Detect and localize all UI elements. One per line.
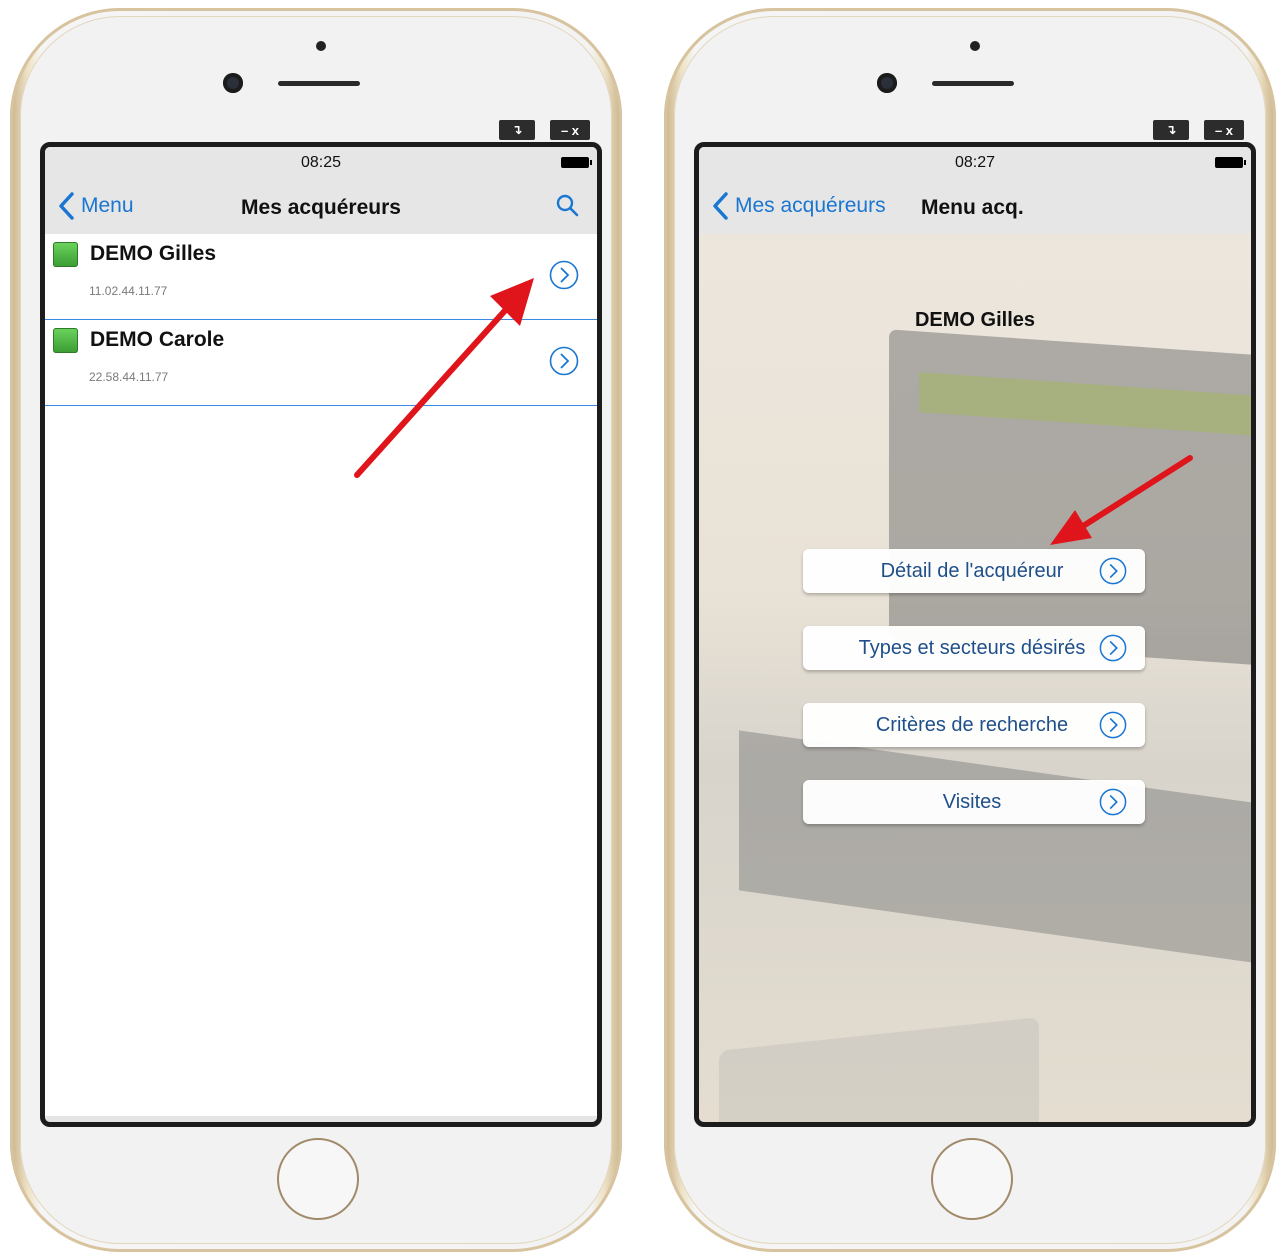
list-item[interactable]: DEMO Carole 22.58.44.11.77: [45, 320, 597, 406]
front-camera: [877, 73, 897, 93]
navigation-bar: Mes acquéreurs Menu acq.: [699, 179, 1251, 234]
back-button-label: Mes acquéreurs: [735, 194, 886, 217]
chevron-right-circle-icon: [1099, 557, 1127, 585]
status-bar: 08:25: [45, 147, 597, 179]
chevron-right-circle-icon: [1099, 634, 1127, 662]
menu-button-label: Détail de l'acquéreur: [880, 559, 1064, 582]
status-time: 08:25: [300, 154, 342, 171]
battery-icon: [1215, 157, 1246, 168]
battery-icon: [561, 157, 592, 168]
back-button-buyers[interactable]: Mes acquéreurs: [711, 191, 886, 221]
status-time: 08:27: [954, 154, 996, 171]
menu-button-label: Visites: [942, 790, 1002, 813]
app-screen-right: 08:27 Mes acquéreurs Menu acq. DEMO Gill…: [694, 142, 1256, 1127]
page-title: Menu acq.: [921, 196, 1024, 219]
menu-button-detail[interactable]: Détail de l'acquéreur: [803, 549, 1145, 593]
home-button[interactable]: [277, 1138, 359, 1220]
app-screen-left: 08:25 Menu Mes acquéreurs DEMO Gilles 11…: [40, 142, 602, 1127]
window-minimize-close-button[interactable]: – x: [1204, 120, 1244, 140]
chevron-right-circle-icon: [1099, 711, 1127, 739]
phone-frame-left: ↴ – x 08:25 Menu Mes acquéreurs DEMO Gil…: [10, 8, 622, 1252]
buyer-phone: 11.02.44.11.77: [89, 284, 168, 298]
background-image: [699, 234, 1251, 1122]
status-bar: 08:27: [699, 147, 1251, 179]
chevron-right-circle-icon: [1099, 788, 1127, 816]
keyboard-shape: [739, 730, 1251, 978]
navigation-bar: Menu Mes acquéreurs: [45, 179, 597, 234]
chevron-right-circle-icon[interactable]: [549, 260, 579, 290]
list-item[interactable]: DEMO Gilles 11.02.44.11.77: [45, 234, 597, 320]
search-icon[interactable]: [555, 193, 579, 217]
menu-button-label: Types et secteurs désirés: [858, 636, 1086, 659]
menu-button-label: Critères de recherche: [875, 713, 1069, 736]
buyer-title: DEMO Gilles: [914, 309, 1036, 331]
front-camera: [223, 73, 243, 93]
buyer-name: DEMO Gilles: [90, 242, 217, 265]
buyer-phone: 22.58.44.11.77: [89, 370, 169, 384]
chevron-left-icon: [713, 192, 728, 220]
menu-button-types[interactable]: Types et secteurs désirés: [803, 626, 1145, 670]
chevron-right-circle-icon[interactable]: [549, 346, 579, 376]
phone-frame-right: ↴ – x 08:27 Mes acquéreurs Menu acq. DEM…: [664, 8, 1276, 1252]
menu-button-visits[interactable]: Visites: [803, 780, 1145, 824]
status-indicator-icon: [53, 328, 78, 353]
proximity-sensor: [970, 41, 980, 51]
window-minimize-close-button[interactable]: – x: [550, 120, 590, 140]
status-indicator-icon: [53, 242, 78, 267]
page-title: Mes acquéreurs: [241, 196, 401, 219]
earpiece-speaker: [932, 81, 1014, 86]
menu-button-criteria[interactable]: Critères de recherche: [803, 703, 1145, 747]
earpiece-speaker: [278, 81, 360, 86]
proximity-sensor: [316, 41, 326, 51]
bottom-toolbar: [45, 1116, 597, 1122]
calculator-shape: [719, 1017, 1039, 1122]
buyer-name: DEMO Carole: [90, 328, 225, 351]
window-restore-button[interactable]: ↴: [499, 120, 535, 140]
home-button[interactable]: [931, 1138, 1013, 1220]
window-restore-button[interactable]: ↴: [1153, 120, 1189, 140]
